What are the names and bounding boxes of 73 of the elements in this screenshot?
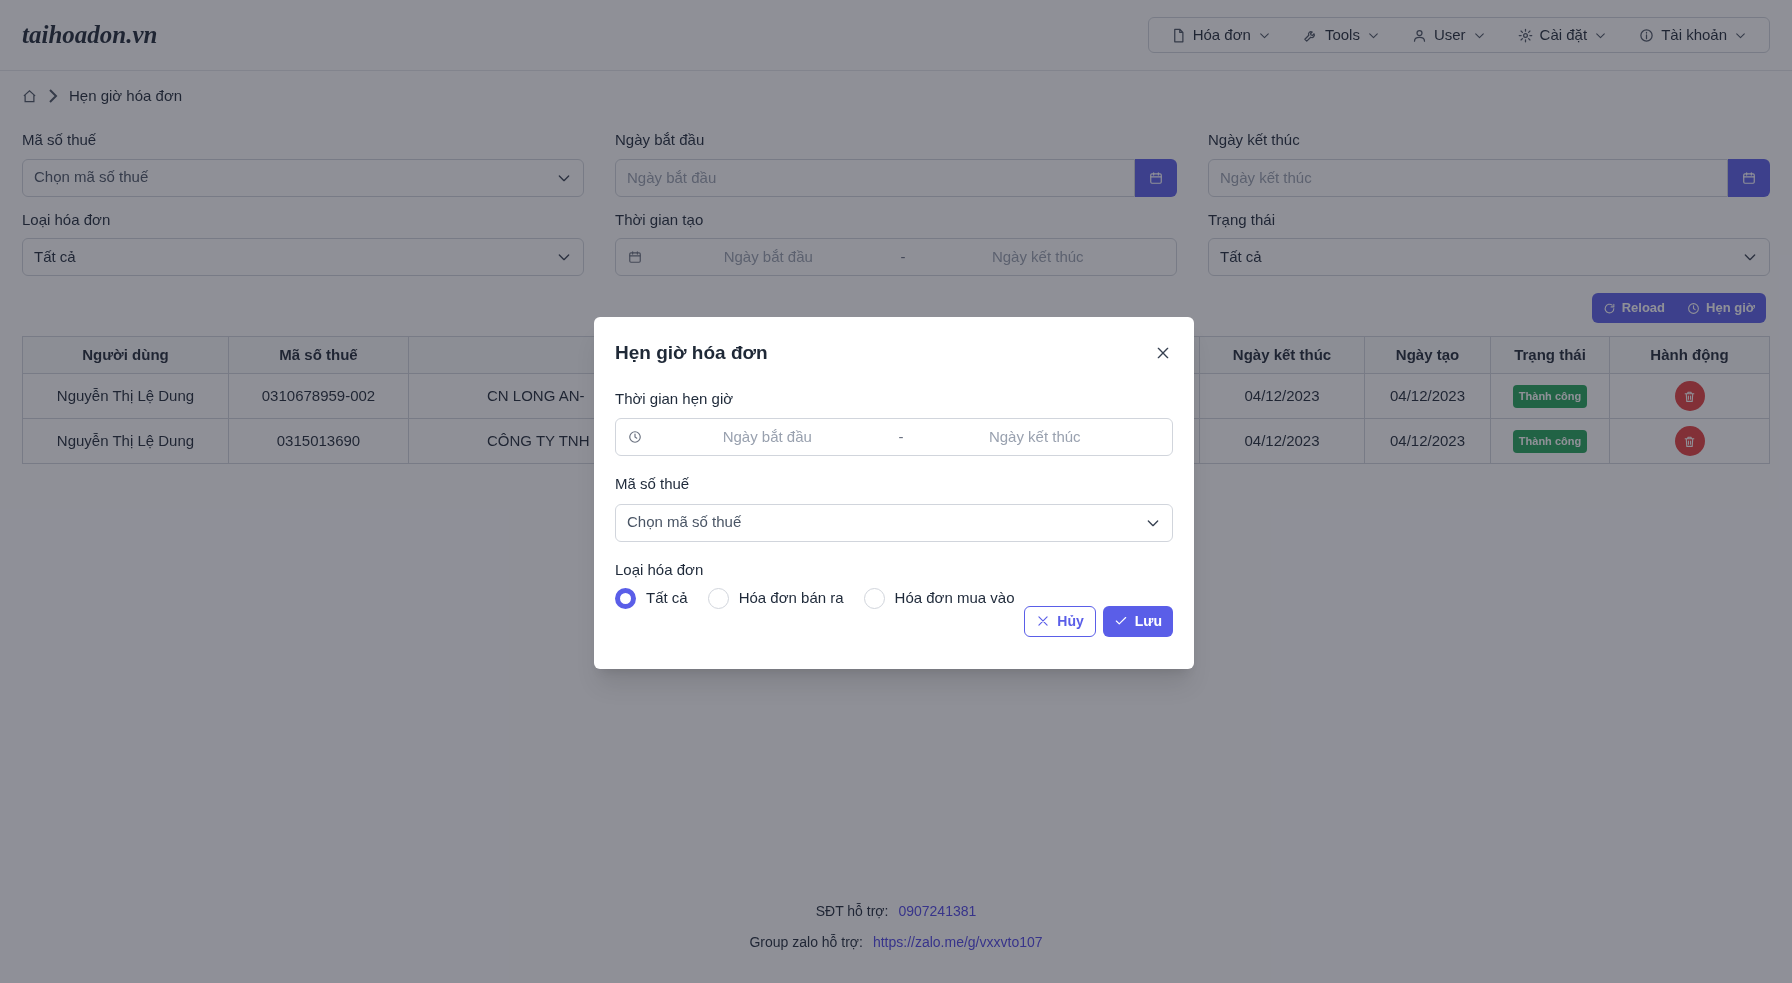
select-field[interactable]: Tất cả [22, 238, 584, 276]
home-icon[interactable] [22, 88, 37, 104]
reload-button[interactable]: Reload [1591, 293, 1677, 323]
calendar-icon [1149, 170, 1163, 185]
support-label: Group zalo hỗ trợ: [749, 933, 863, 952]
table-cell: 04/12/2023 [1364, 418, 1491, 464]
breadcrumb-current: Hẹn giờ hóa đơn [69, 85, 183, 106]
nav-menu-item[interactable]: Tools [1290, 20, 1392, 50]
column-header: Người dùng [22, 336, 229, 374]
info-icon [1639, 27, 1655, 43]
site-logo[interactable]: taihoadon.vn [22, 16, 158, 54]
radio-button[interactable] [615, 587, 636, 609]
save-button[interactable]: Lưu [1102, 605, 1173, 637]
table-cell: 0315013690 [228, 418, 409, 464]
field-label: Mã số thuế [22, 130, 98, 150]
column-header: Mã số thuế [228, 336, 409, 374]
calendar-icon [628, 250, 642, 264]
range-separator: - [899, 246, 907, 267]
date-range-field[interactable]: Ngày bắt đầu - Ngày kết thúc [615, 418, 1173, 456]
table-cell: Nguyễn Thị Lệ Dung [22, 418, 229, 464]
status-badge: Thành công [1512, 430, 1588, 453]
cancel-button[interactable]: Hủy [1024, 605, 1096, 637]
trash-icon [1683, 389, 1696, 403]
column-header: Hành động [1609, 336, 1770, 374]
close-icon [1036, 614, 1051, 628]
nav-menu-item[interactable]: Cài đặt [1505, 20, 1620, 50]
field-label: Loại hóa đơn [615, 559, 705, 580]
schedule-button[interactable]: Hẹn giờ [1676, 293, 1766, 323]
status-badge: Thành công [1512, 385, 1588, 408]
support-link[interactable]: 0907241381 [898, 901, 977, 922]
nav-menu-item[interactable]: Hóa đơn [1158, 20, 1283, 50]
calendar-button[interactable] [1728, 158, 1770, 197]
field-label: Thời gian hẹn giờ [615, 388, 735, 409]
field-label: Ngày bắt đầu [615, 130, 706, 150]
reload-icon [1602, 301, 1616, 315]
field-label: Trạng thái [1208, 209, 1276, 230]
support-link[interactable]: https://zalo.me/g/vxxvto107 [872, 932, 1043, 953]
trash-icon [1683, 434, 1696, 448]
table-cell: Nguyễn Thị Lệ Dung [22, 373, 229, 419]
column-header: Ngày kết thúc [1199, 336, 1365, 374]
user-icon [1411, 27, 1427, 43]
nav-menu-item[interactable]: User [1399, 20, 1498, 50]
column-header: Trạng thái [1490, 336, 1610, 374]
radio-label[interactable]: Hóa đơn bán ra [738, 587, 844, 610]
column-header: Ngày tạo [1364, 336, 1491, 374]
clock-icon [1687, 301, 1701, 315]
table-cell: 0310678959-002 [228, 373, 409, 419]
support-label: SĐT hỗ trợ: [815, 902, 889, 921]
radio-label[interactable]: Hóa đơn mua vào [894, 587, 1015, 610]
calendar-button[interactable] [1135, 158, 1177, 197]
table-cell: 04/12/2023 [1199, 418, 1365, 464]
check-icon [1113, 614, 1128, 628]
clock-icon [628, 430, 642, 444]
start-date-placeholder: Ngày bắt đầu [721, 426, 813, 447]
delete-button[interactable] [1674, 381, 1705, 411]
chevron-right-icon [47, 89, 59, 103]
range-separator: - [897, 426, 905, 447]
select-field[interactable]: Chọn mã số thuế [615, 503, 1173, 542]
field-label: Ngày kết thúc [1208, 130, 1301, 150]
field-label: Thời gian tạo [615, 209, 705, 230]
select-field[interactable]: Chọn mã số thuế [22, 158, 584, 197]
field-label: Mã số thuế [615, 474, 691, 494]
dialog-title: Hẹn giờ hóa đơn [615, 341, 768, 365]
table-cell: 04/12/2023 [1364, 373, 1491, 419]
select-field[interactable]: Tất cả [1208, 238, 1770, 276]
field-label: Loại hóa đơn [22, 209, 112, 230]
table-cell: 04/12/2023 [1199, 373, 1365, 419]
settings-icon [1517, 27, 1533, 43]
calendar-icon [1742, 170, 1756, 185]
nav-menu-item[interactable]: Tài khoản [1627, 20, 1759, 50]
radio-label[interactable]: Tất cả [646, 587, 688, 610]
end-date-placeholder: Ngày kết thúc [987, 426, 1082, 447]
delete-button[interactable] [1674, 426, 1705, 456]
